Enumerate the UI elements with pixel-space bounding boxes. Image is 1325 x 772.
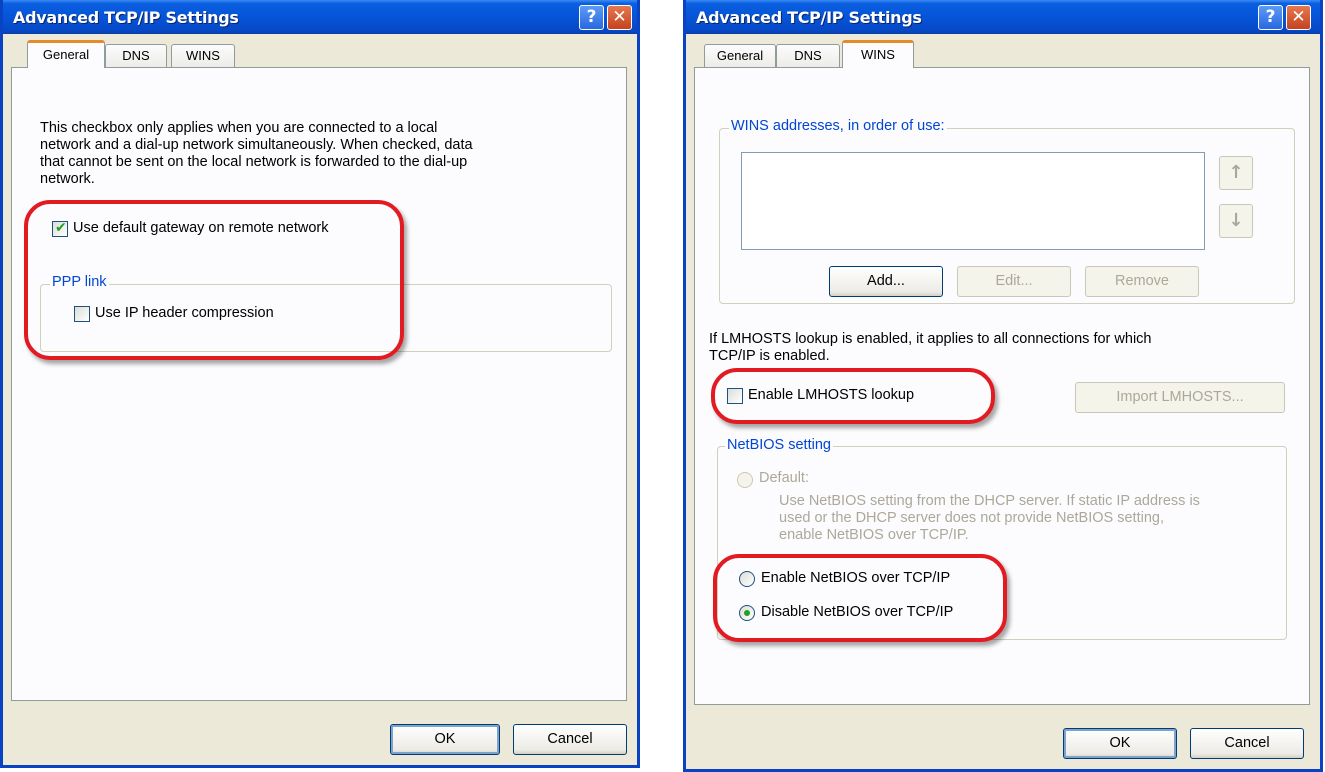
add-wins-button[interactable]: Add... [829, 266, 943, 297]
description-line: This checkbox only applies when you are … [40, 120, 438, 136]
highlight-outline-netbios [713, 554, 1007, 642]
move-down-button[interactable]: ↓ [1219, 204, 1253, 238]
netbios-default-label[interactable]: Default: [759, 470, 809, 487]
netbios-legend: NetBIOS setting [725, 437, 833, 453]
wins-addresses-list[interactable] [741, 152, 1205, 250]
lmhosts-info-line: TCP/IP is enabled. [709, 348, 830, 364]
description-text: This checkbox only applies when you are … [40, 120, 600, 188]
arrow-down-icon: ↓ [1228, 210, 1244, 231]
arrow-up-icon: ↑ [1228, 162, 1244, 183]
tab-wins[interactable]: WINS [171, 44, 235, 68]
close-button[interactable]: ✕ [1286, 5, 1311, 30]
dialog-title: Advanced TCP/IP Settings [13, 8, 239, 27]
description-line: that cannot be sent on the local network… [40, 154, 468, 170]
title-bar[interactable]: Advanced TCP/IP Settings ? ✕ [686, 0, 1320, 34]
default-description-line: used or the DHCP server does not provide… [779, 510, 1164, 526]
tab-panel-wins: WINS addresses, in order of use: ↑ ↓ Add… [694, 67, 1310, 705]
description-line: network and a dial-up network simultaneo… [40, 137, 473, 153]
netbios-default-description: Use NetBIOS setting from the DHCP server… [779, 493, 1289, 544]
close-button[interactable]: ✕ [607, 5, 632, 30]
move-up-button[interactable]: ↑ [1219, 156, 1253, 190]
highlight-outline [24, 200, 404, 360]
edit-wins-button[interactable]: Edit... [957, 266, 1071, 297]
import-lmhosts-button[interactable]: Import LMHOSTS... [1075, 382, 1285, 413]
lmhosts-info-text: If LMHOSTS lookup is enabled, it applies… [709, 331, 1309, 365]
help-button[interactable]: ? [579, 5, 604, 30]
wins-addresses-legend: WINS addresses, in order of use: [729, 118, 947, 134]
tab-dns[interactable]: DNS [105, 44, 167, 68]
tab-general[interactable]: General [27, 40, 105, 68]
description-line: network. [40, 171, 95, 187]
tab-dns[interactable]: DNS [776, 44, 840, 68]
tab-panel-general: This checkbox only applies when you are … [11, 67, 627, 701]
advanced-tcpip-dialog-wins: Advanced TCP/IP Settings ? ✕ General DNS… [683, 0, 1323, 772]
ok-button[interactable]: OK [390, 724, 500, 755]
tab-general[interactable]: General [704, 44, 776, 68]
title-bar[interactable]: Advanced TCP/IP Settings ? ✕ [3, 0, 637, 34]
cancel-button[interactable]: Cancel [513, 724, 627, 755]
remove-wins-button[interactable]: Remove [1085, 266, 1199, 297]
ok-button[interactable]: OK [1063, 728, 1177, 759]
dialog-title: Advanced TCP/IP Settings [696, 8, 922, 27]
advanced-tcpip-dialog-general: Advanced TCP/IP Settings ? ✕ General DNS… [0, 0, 640, 768]
lmhosts-info-line: If LMHOSTS lookup is enabled, it applies… [709, 331, 1152, 347]
default-description-line: enable NetBIOS over TCP/IP. [779, 527, 969, 543]
highlight-outline-lmhosts [711, 368, 995, 424]
default-description-line: Use NetBIOS setting from the DHCP server… [779, 493, 1200, 509]
help-button[interactable]: ? [1258, 5, 1283, 30]
tab-wins[interactable]: WINS [842, 40, 914, 68]
netbios-default-radio[interactable] [737, 472, 753, 488]
cancel-button[interactable]: Cancel [1190, 728, 1304, 759]
